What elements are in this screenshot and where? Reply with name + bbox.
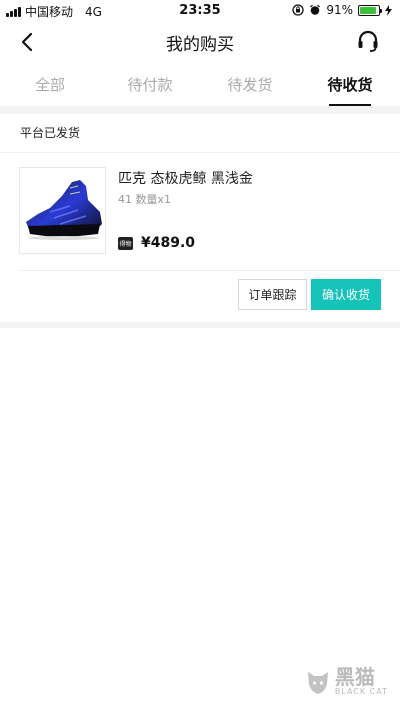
divider-line: [0, 152, 400, 153]
watermark-text: 黑猫 BLACK CAT: [335, 667, 388, 696]
tab-pending-shipment[interactable]: 待发货: [200, 68, 300, 106]
product-name[interactable]: 匹克 态极虎鲸 黑浅金: [118, 168, 253, 188]
screen-lock-icon: [292, 4, 304, 16]
platform-badge-icon: 得物: [118, 236, 133, 250]
product-image[interactable]: [19, 167, 106, 254]
confirm-receipt-button[interactable]: 确认收货: [311, 279, 381, 310]
nav-header: 我的购买: [0, 22, 400, 62]
track-order-button[interactable]: 订单跟踪: [238, 279, 307, 310]
order-tabs: 全部 待付款 待发货 待收货: [0, 68, 400, 106]
watermark-main: 黑猫: [334, 665, 375, 689]
watermark-sub: BLACK CAT: [334, 687, 388, 696]
page-title: 我的购买: [166, 34, 234, 55]
tab-pending-receipt[interactable]: 待收货: [300, 68, 400, 106]
charging-icon: [385, 4, 392, 16]
product-price: ¥489.0: [141, 235, 196, 251]
order-card: 平台已发货 匹克 态极虎鲸 黑浅金 41 数量x1 得物 ¥489.0 订单跟踪…: [0, 114, 400, 322]
chevron-left-icon: [21, 32, 33, 52]
watermark: 黑猫 BLACK CAT: [305, 667, 388, 696]
alarm-icon: [310, 4, 321, 15]
back-button[interactable]: [14, 28, 42, 56]
tab-pending-payment[interactable]: 待付款: [100, 68, 200, 106]
price-row: 得物 ¥489.0: [118, 235, 195, 251]
divider-line: [20, 270, 400, 271]
status-bar: 中国移动 4G 23:35 91%: [0, 0, 400, 22]
sneaker-image: [26, 180, 102, 240]
order-status: 平台已发货: [20, 126, 81, 140]
product-spec: 41 数量x1: [118, 193, 172, 206]
cat-logo-icon: [307, 671, 328, 694]
battery-icon: [358, 4, 382, 16]
headset-icon: [358, 30, 378, 52]
section-divider: [0, 322, 400, 328]
tab-all[interactable]: 全部: [0, 68, 100, 106]
section-divider: [0, 106, 400, 114]
status-right: 91%: [292, 3, 392, 17]
customer-service-button[interactable]: [354, 27, 382, 55]
battery-percent: 91%: [326, 3, 353, 17]
